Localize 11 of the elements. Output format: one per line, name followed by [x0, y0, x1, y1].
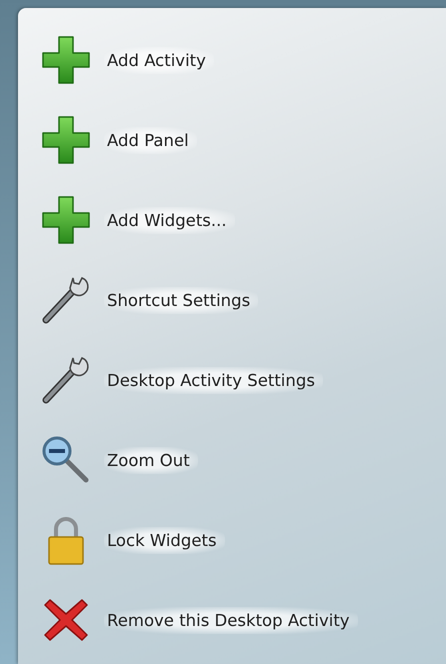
plus-icon	[40, 34, 92, 86]
menu-item[interactable]: Shortcut Settings	[104, 286, 258, 314]
menu-item[interactable]: Desktop Activity Settings	[104, 366, 323, 394]
plus-icon	[40, 114, 92, 166]
menu-item[interactable]: Zoom Out	[104, 446, 198, 474]
menu-item[interactable]: Lock Widgets	[104, 526, 225, 554]
menu-item[interactable]: Add Widgets...	[104, 206, 235, 234]
menu-item[interactable]: Add Activity	[104, 46, 214, 74]
plus-icon	[40, 194, 92, 246]
menu-item[interactable]: Add Panel	[104, 126, 197, 154]
menu-item[interactable]: Remove this Desktop Activity	[104, 606, 358, 634]
